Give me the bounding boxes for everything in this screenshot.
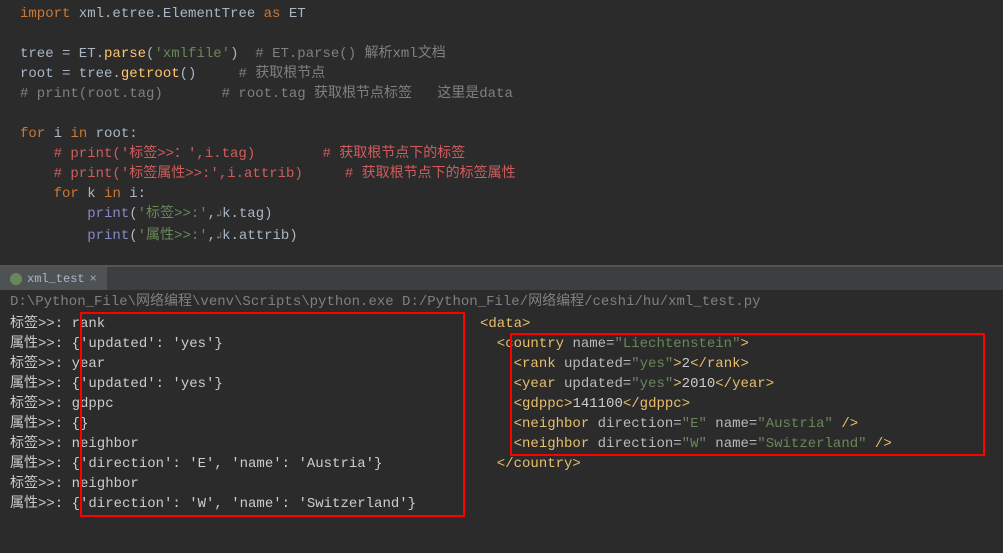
code-line	[0, 104, 1003, 124]
tab-xml-test[interactable]: xml_test ×	[0, 267, 107, 290]
console-command: D:\Python_File\网络编程\venv\Scripts\python.…	[0, 290, 1003, 314]
output-line: 标签>>: gdppc	[10, 394, 460, 414]
output-line: 标签>>: rank	[10, 314, 460, 334]
output-line: 属性>>: {'direction': 'W', 'name': 'Switze…	[10, 494, 460, 514]
code-line	[0, 24, 1003, 44]
code-line: for i in root:	[0, 124, 1003, 144]
code-line: # print(root.tag) # root.tag 获取根节点标签 这里是…	[0, 84, 1003, 104]
code-line: # print('标签>>：',i.tag) # 获取根节点下的标签	[0, 144, 1003, 164]
code-line: import xml.etree.ElementTree as ET	[0, 4, 1003, 24]
output-line: 属性>>: {'updated': 'yes'}	[10, 334, 460, 354]
code-line: for k in i:	[0, 184, 1003, 204]
code-line: # print('标签属性>>:',i.attrib) # 获取根节点下的标签属…	[0, 164, 1003, 184]
code-line: root = tree.getroot() # 获取根节点	[0, 64, 1003, 84]
output-line: 标签>>: year	[10, 354, 460, 374]
output-line: 属性>>: {'direction': 'E', 'name': 'Austri…	[10, 454, 460, 474]
code-line: print('标签>>:',↲k.tag)	[0, 204, 1003, 226]
output-line: 属性>>: {'updated': 'yes'}	[10, 374, 460, 394]
code-editor[interactable]: import xml.etree.ElementTree as ET tree …	[0, 0, 1003, 266]
output-line: 标签>>: neighbor	[10, 474, 460, 494]
xml-line: <gdppc>141100</gdppc>	[480, 394, 980, 414]
code-line: tree = ET.parse('xmlfile') # ET.parse() …	[0, 44, 1003, 64]
output-line: 标签>>: neighbor	[10, 434, 460, 454]
xml-line: <neighbor direction="W" name="Switzerlan…	[480, 434, 980, 454]
xml-line: <country name="Liechtenstein">	[480, 334, 980, 354]
tab-label: xml_test	[27, 272, 85, 286]
xml-line: <data>	[480, 314, 980, 334]
console-output[interactable]: 标签>>: rank 属性>>: {'updated': 'yes'} 标签>>…	[0, 314, 470, 544]
console-tab-bar: xml_test ×	[0, 266, 1003, 290]
xml-line: <year updated="yes">2010</year>	[480, 374, 980, 394]
xml-line: </country>	[480, 454, 980, 474]
code-line: print('属性>>:',↲k.attrib)	[0, 226, 1003, 248]
console-pane: D:\Python_File\网络编程\venv\Scripts\python.…	[0, 290, 1003, 553]
xml-preview[interactable]: <data> <country name="Liechtenstein"> <r…	[470, 314, 990, 544]
python-icon	[10, 273, 22, 285]
xml-line: <rank updated="yes">2</rank>	[480, 354, 980, 374]
output-line: 属性>>: {}	[10, 414, 460, 434]
close-icon[interactable]: ×	[90, 272, 97, 286]
xml-line: <neighbor direction="E" name="Austria" /…	[480, 414, 980, 434]
